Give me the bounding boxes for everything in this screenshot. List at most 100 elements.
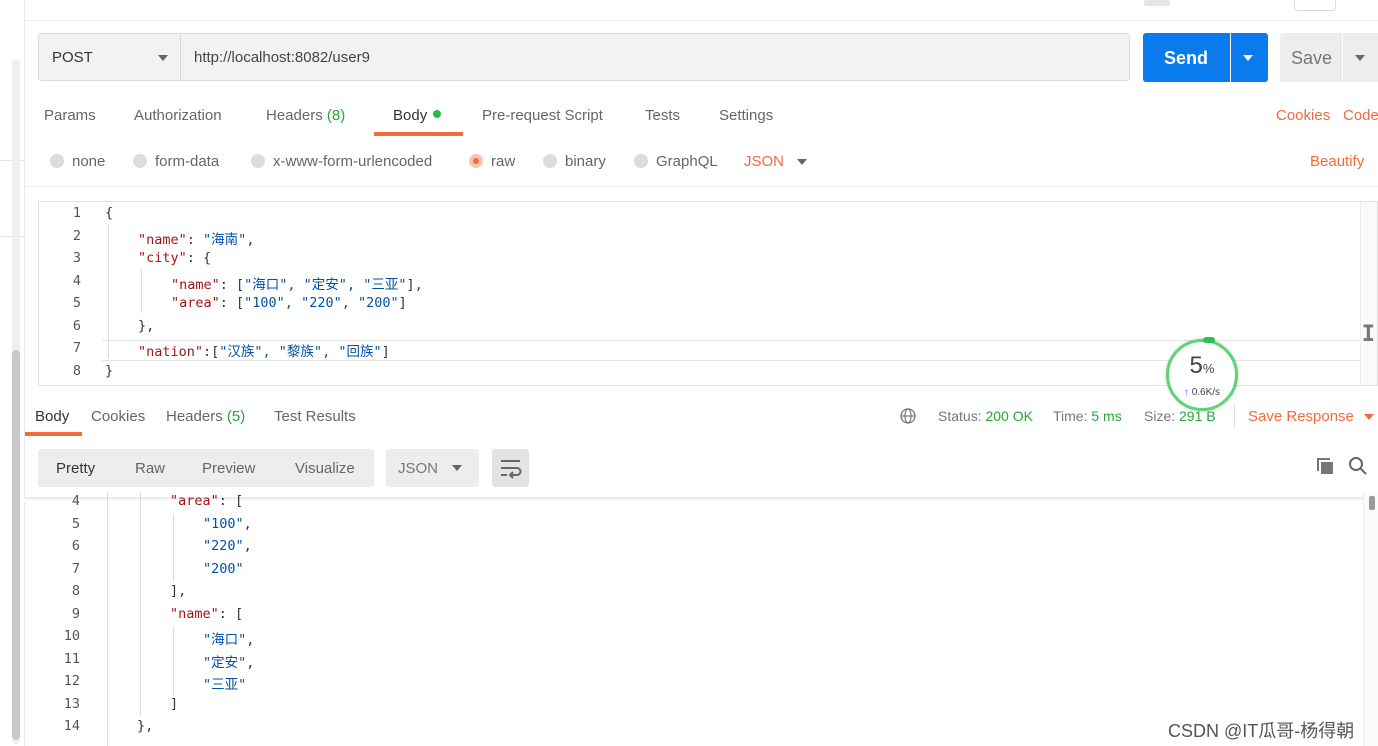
view-visualize[interactable]: Visualize xyxy=(295,460,355,477)
json-punct: : xyxy=(186,231,204,248)
response-scrollbar[interactable] xyxy=(1363,492,1378,746)
response-tab-headers-label: Headers xyxy=(166,408,223,425)
line-number: 2 xyxy=(72,227,81,244)
code-line: ], xyxy=(170,583,186,599)
line-number: 14 xyxy=(63,718,80,734)
tab-headers[interactable]: Headers (8) xyxy=(266,107,345,124)
view-pretty[interactable]: Pretty xyxy=(56,460,95,477)
save-response-button[interactable]: Save Response xyxy=(1248,408,1354,425)
radio-binary[interactable]: binary xyxy=(543,153,606,170)
search-icon[interactable] xyxy=(1348,456,1368,476)
json-punct: : [ xyxy=(218,605,244,622)
json-string: "海口" xyxy=(203,632,247,648)
line-number: 7 xyxy=(72,340,81,356)
tab-authorization[interactable]: Authorization xyxy=(134,107,222,124)
save-button[interactable]: Save xyxy=(1280,33,1342,82)
line-number: 13 xyxy=(63,695,80,712)
line-number: 10 xyxy=(63,628,80,644)
method-select[interactable]: POST xyxy=(38,33,181,81)
radio-raw[interactable]: raw xyxy=(469,153,515,170)
sidebar-scrollbar[interactable] xyxy=(12,60,20,744)
cookies-link[interactable]: Cookies xyxy=(1276,107,1330,124)
send-options-button[interactable] xyxy=(1231,33,1268,82)
json-punct: , xyxy=(246,231,255,248)
response-format-label: JSON xyxy=(398,460,439,477)
send-button[interactable]: Send xyxy=(1143,33,1230,82)
radio-selected-icon xyxy=(469,154,483,168)
json-key: "area" xyxy=(171,295,220,311)
code-line: }, xyxy=(138,318,154,334)
line-number: 4 xyxy=(72,272,81,289)
response-time: Time: 5 ms xyxy=(1053,408,1122,424)
response-body-viewer[interactable]: 4 "area": [5 "100", 6 "220", 7 "200" 8], 9 "name"… xyxy=(38,492,1363,746)
wrap-lines-icon xyxy=(501,460,522,479)
code-line: }, xyxy=(137,718,153,734)
chevron-down-icon xyxy=(1243,55,1253,61)
json-punct: ] xyxy=(170,695,179,712)
tab-tests[interactable]: Tests xyxy=(645,107,680,124)
response-tab-cookies[interactable]: Cookies xyxy=(91,408,145,425)
json-punct: :[ xyxy=(203,344,220,360)
json-string: "汉族", "黎族", "回族" xyxy=(219,344,382,360)
radio-graphql[interactable]: GraphQL xyxy=(634,153,718,170)
status-dot-icon xyxy=(433,110,442,118)
radio-urlencoded[interactable]: x-www-form-urlencoded xyxy=(251,153,432,170)
size-label: Size: xyxy=(1144,408,1176,424)
code-line: "name": "海南", xyxy=(138,228,254,248)
radio-icon xyxy=(251,154,265,168)
code-line: "area": [ xyxy=(170,493,243,509)
code-line: "三亚" xyxy=(203,673,246,693)
tab-settings[interactable]: Settings xyxy=(719,107,773,124)
chevron-down-icon[interactable] xyxy=(1364,414,1374,420)
response-tab-body[interactable]: Body xyxy=(35,408,69,425)
json-string: "海口", "定安", "三亚" xyxy=(244,276,407,293)
radio-graphql-label: GraphQL xyxy=(656,153,718,170)
json-punct: }, xyxy=(138,317,155,334)
url-input[interactable]: http://localhost:8082/user9 xyxy=(181,33,1130,81)
radio-form-data[interactable]: form-data xyxy=(133,153,219,170)
code-line: "200" xyxy=(203,561,244,577)
body-format-select[interactable]: JSON xyxy=(744,153,784,170)
radio-none[interactable]: none xyxy=(50,153,105,170)
json-punct: , xyxy=(246,632,255,648)
tab-params[interactable]: Params xyxy=(44,107,96,124)
json-key: "city" xyxy=(138,250,187,266)
tab-body[interactable]: Body xyxy=(393,107,442,124)
radio-binary-label: binary xyxy=(565,153,606,170)
speed-percent-sign: % xyxy=(1202,361,1215,376)
response-headers-count: (5) xyxy=(226,408,246,425)
response-format-select[interactable]: JSON xyxy=(386,449,479,487)
chevron-down-icon xyxy=(158,55,168,61)
editor-scrollbar[interactable]: I xyxy=(1360,202,1377,385)
json-punct: } xyxy=(105,362,114,379)
chevron-down-icon[interactable] xyxy=(797,159,807,165)
json-punct: , xyxy=(243,515,252,532)
json-punct: }, xyxy=(137,718,154,734)
radio-icon xyxy=(634,154,648,168)
beautify-button[interactable]: Beautify xyxy=(1310,153,1364,170)
line-number: 11 xyxy=(63,650,80,667)
top-toolbar-edge xyxy=(24,0,1378,21)
speed-percent: 5 xyxy=(1189,352,1203,379)
view-raw[interactable]: Raw xyxy=(135,460,165,477)
upload-arrow-icon: ↑ xyxy=(1183,387,1189,398)
send-label: Send xyxy=(1164,48,1209,68)
view-preview[interactable]: Preview xyxy=(202,460,255,477)
json-string: "三亚" xyxy=(203,677,247,693)
wrap-lines-button[interactable] xyxy=(492,449,529,487)
tab-body-label: Body xyxy=(393,107,428,124)
response-tab-test-results[interactable]: Test Results xyxy=(274,408,356,425)
copy-icon[interactable] xyxy=(1315,456,1335,476)
json-key: "nation" xyxy=(138,344,204,360)
json-string: "200" xyxy=(203,560,244,577)
json-punct: ] xyxy=(381,344,390,360)
radio-form-data-label: form-data xyxy=(155,153,220,170)
globe-icon[interactable] xyxy=(900,408,916,424)
save-options-button[interactable] xyxy=(1343,33,1378,82)
code-link[interactable]: Code xyxy=(1343,107,1378,124)
code-line: { xyxy=(105,205,113,221)
response-tab-headers[interactable]: Headers (5) xyxy=(166,408,245,425)
json-key: "area" xyxy=(170,493,219,509)
url-text: http://localhost:8082/user9 xyxy=(194,49,370,66)
tab-prerequest-script[interactable]: Pre-request Script xyxy=(482,107,603,124)
